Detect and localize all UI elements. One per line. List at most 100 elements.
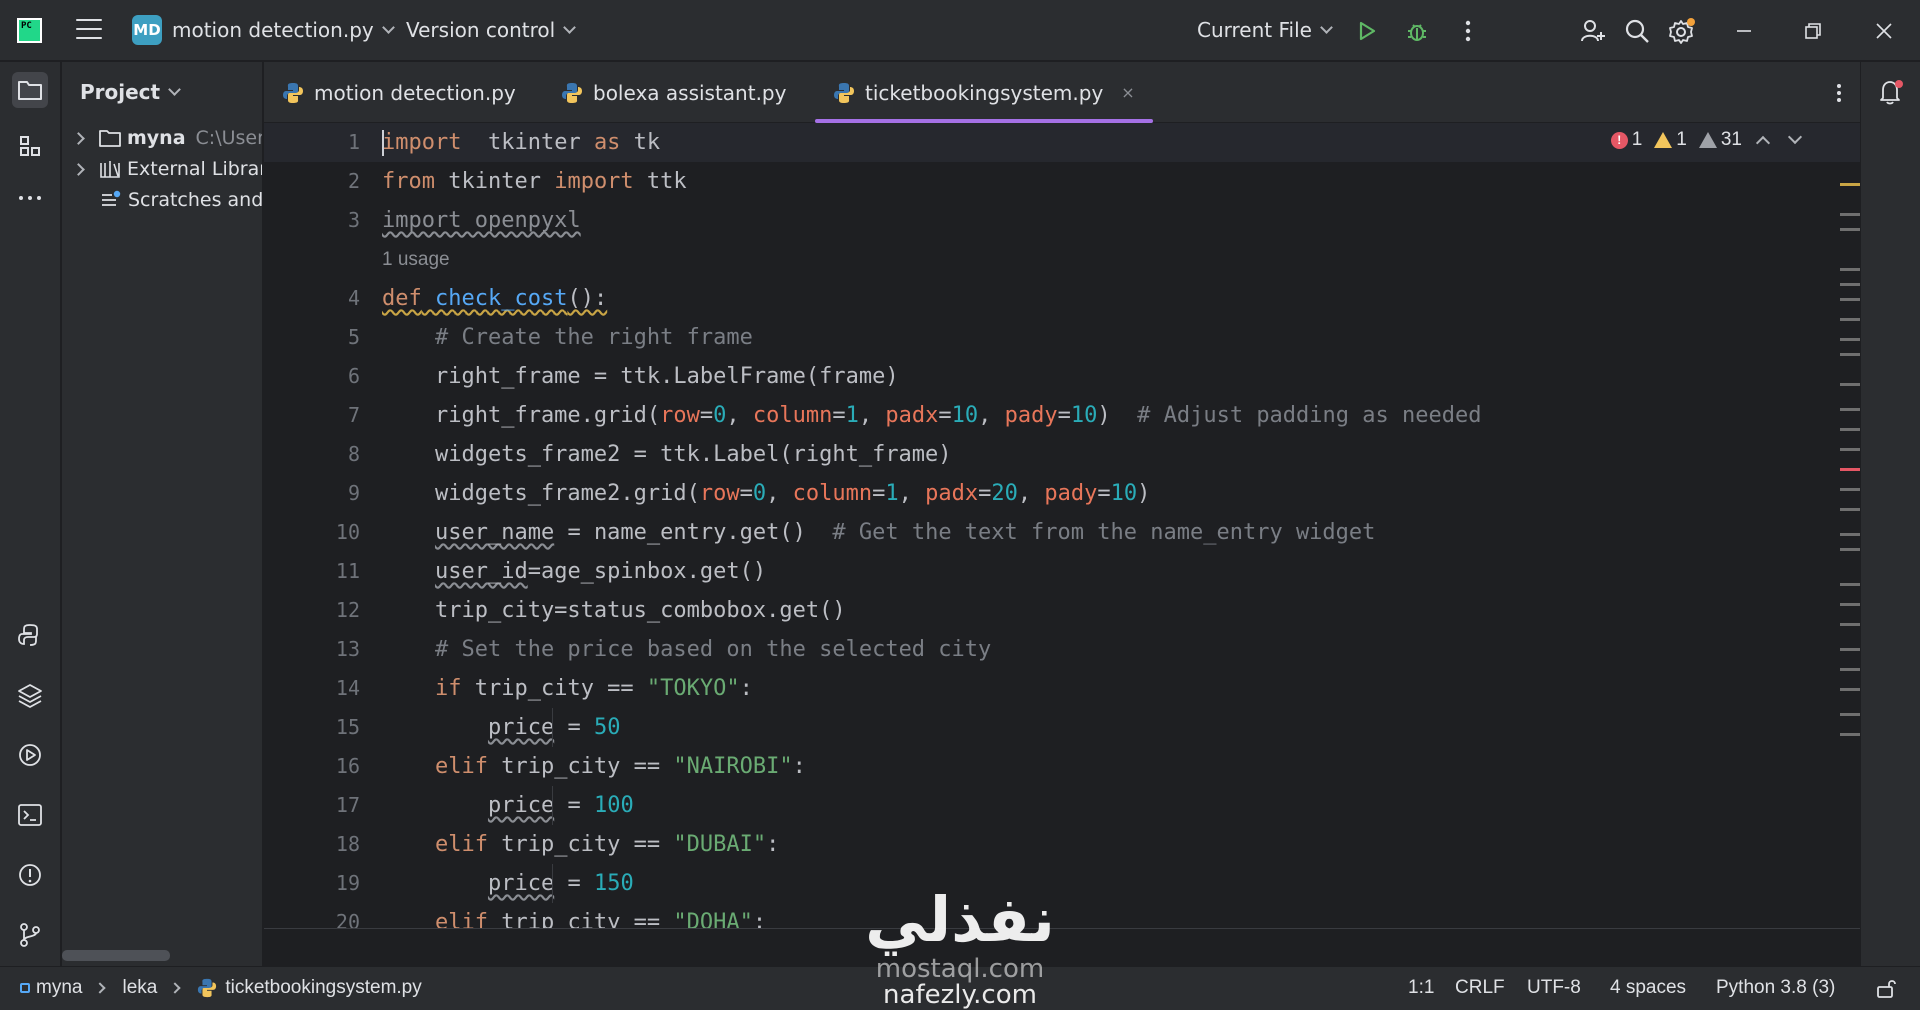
tabs-more-icon[interactable] [1824, 78, 1854, 108]
error-marker[interactable] [1840, 468, 1860, 471]
problems-icon[interactable] [12, 857, 48, 893]
code-line[interactable]: # Set the price based on the selected ci… [382, 630, 991, 669]
code-line[interactable]: import tkinter as tk [382, 123, 660, 162]
weak-warning-marker[interactable] [1840, 408, 1860, 411]
weak-warning-marker[interactable] [1840, 338, 1860, 341]
code-line[interactable]: widgets_frame2.grid(row=0, column=1, pad… [382, 474, 1150, 513]
weak-warning-count[interactable]: 31 [1698, 129, 1742, 151]
error-count[interactable]: ! 1 [1610, 129, 1642, 151]
line-number[interactable]: 16 [300, 747, 360, 786]
code-line[interactable]: elif trip_city == "DOHA": [382, 903, 766, 928]
caret-position[interactable]: 1:1 [1408, 977, 1434, 999]
weak-warning-marker[interactable] [1840, 428, 1860, 431]
close-window-icon[interactable] [1869, 16, 1899, 46]
breadcrumb-item[interactable]: myna [36, 977, 82, 999]
expand-arrow-icon[interactable] [72, 162, 85, 176]
weak-warning-marker[interactable] [1840, 383, 1860, 386]
weak-warning-marker[interactable] [1840, 623, 1860, 626]
pycharm-logo-icon[interactable]: PC [17, 18, 42, 43]
line-number[interactable]: 1 [300, 123, 360, 162]
code-area[interactable]: import tkinter as tk from tkinter import … [382, 123, 1822, 928]
project-panel-scrollbar[interactable] [62, 950, 170, 961]
settings-gear-icon[interactable] [1667, 16, 1697, 46]
weak-warning-marker[interactable] [1840, 533, 1860, 536]
add-user-icon[interactable] [1578, 16, 1608, 46]
line-number[interactable]: 11 [300, 552, 360, 591]
weak-warning-marker[interactable] [1840, 648, 1860, 651]
notifications-bell-icon[interactable] [1875, 76, 1907, 108]
code-line[interactable]: from tkinter import ttk [382, 162, 687, 201]
tab-ticketbookingsystem[interactable]: ticketbookingsystem.py × [815, 62, 1153, 123]
weak-warning-marker[interactable] [1840, 213, 1860, 216]
tree-item-scratches[interactable]: Scratches and [100, 186, 262, 214]
code-line[interactable]: import openpyxl [382, 201, 581, 240]
weak-warning-marker[interactable] [1840, 713, 1860, 716]
line-number-gutter[interactable]: 1 2 3 4 5 6 7 8 9 10 11 12 13 14 15 16 17 18 19 20 [264, 123, 374, 928]
tree-item-myna[interactable]: myna C:\Users [72, 124, 262, 152]
line-number[interactable]: 19 [300, 864, 360, 903]
weak-warning-marker[interactable] [1840, 548, 1860, 551]
weak-warning-marker[interactable] [1840, 488, 1860, 491]
file-encoding[interactable]: UTF-8 [1527, 977, 1581, 999]
line-number[interactable]: 10 [300, 513, 360, 552]
version-control-menu[interactable]: Version control [406, 14, 577, 46]
weak-warning-marker[interactable] [1840, 668, 1860, 671]
code-line[interactable]: user_name = name_entry.get() # Get the t… [382, 513, 1375, 552]
inspection-widget[interactable]: ! 1 1 31 [1599, 129, 1803, 151]
tree-item-external-libraries[interactable]: External Librari [72, 155, 262, 183]
weak-warning-marker[interactable] [1840, 353, 1860, 356]
project-selector[interactable]: MD motion detection.py [132, 14, 395, 46]
weak-warning-marker[interactable] [1840, 733, 1860, 736]
line-number[interactable]: 9 [300, 474, 360, 513]
line-number[interactable]: 5 [300, 318, 360, 357]
warning-count[interactable]: 1 [1654, 129, 1687, 151]
search-icon[interactable] [1622, 16, 1652, 46]
weak-warning-marker[interactable] [1840, 688, 1860, 691]
debug-icon[interactable] [1402, 16, 1432, 46]
more-tools-icon[interactable] [12, 180, 48, 216]
weak-warning-marker[interactable] [1840, 228, 1860, 231]
code-line[interactable]: right_frame = ttk.LabelFrame(frame) [382, 357, 899, 396]
weak-warning-marker[interactable] [1840, 318, 1860, 321]
code-line[interactable]: trip_city=status_combobox.get() [382, 591, 846, 630]
code-line[interactable]: price = 150 [382, 864, 634, 903]
line-number[interactable]: 15 [300, 708, 360, 747]
code-line[interactable]: widgets_frame2 = ttk.Label(right_frame) [382, 435, 952, 474]
minimize-window-icon[interactable] [1729, 16, 1759, 46]
code-line[interactable]: if trip_city == "TOKYO": [382, 669, 753, 708]
weak-warning-marker[interactable] [1840, 268, 1860, 271]
run-configuration-selector[interactable]: Current File [1197, 14, 1333, 46]
weak-warning-marker[interactable] [1840, 583, 1860, 586]
weak-warning-marker[interactable] [1840, 298, 1860, 301]
code-line[interactable]: user_id=age_spinbox.get() [382, 552, 766, 591]
code-line[interactable]: elif trip_city == "NAIROBI": [382, 747, 806, 786]
tab-motion-detection[interactable]: motion detection.py [264, 62, 534, 123]
code-line[interactable]: # Create the right frame [382, 318, 753, 357]
python-console-icon[interactable] [12, 617, 48, 653]
code-line[interactable]: elif trip_city == "DUBAI": [382, 825, 779, 864]
services-icon[interactable] [12, 737, 48, 773]
read-only-lock-icon[interactable] [1875, 977, 1897, 999]
breadcrumb-item[interactable]: ticketbookingsystem.py [225, 977, 421, 999]
line-number[interactable]: 14 [300, 669, 360, 708]
main-menu-icon[interactable] [76, 19, 102, 41]
error-stripe[interactable] [1840, 123, 1860, 928]
previous-highlight-icon[interactable] [1755, 135, 1771, 151]
tab-close-icon[interactable]: × [1121, 83, 1134, 102]
line-number[interactable]: 2 [300, 162, 360, 201]
weak-warning-marker[interactable] [1840, 508, 1860, 511]
git-branch-icon[interactable] [12, 917, 48, 953]
terminal-icon[interactable] [12, 797, 48, 833]
code-line[interactable]: right_frame.grid(row=0, column=1, padx=1… [382, 396, 1482, 435]
code-line[interactable]: price = 50 [382, 708, 620, 747]
weak-warning-marker[interactable] [1840, 603, 1860, 606]
line-number[interactable]: 3 [300, 201, 360, 240]
line-number[interactable]: 6 [300, 357, 360, 396]
line-number[interactable]: 7 [300, 396, 360, 435]
breadcrumb-item[interactable]: leka [122, 977, 157, 999]
weak-warning-marker[interactable] [1840, 448, 1860, 451]
expand-arrow-icon[interactable] [72, 131, 85, 145]
line-separator[interactable]: CRLF [1455, 977, 1505, 999]
code-line[interactable]: def check_cost(): [382, 279, 607, 318]
usage-hint[interactable]: 1 usage [382, 240, 450, 279]
